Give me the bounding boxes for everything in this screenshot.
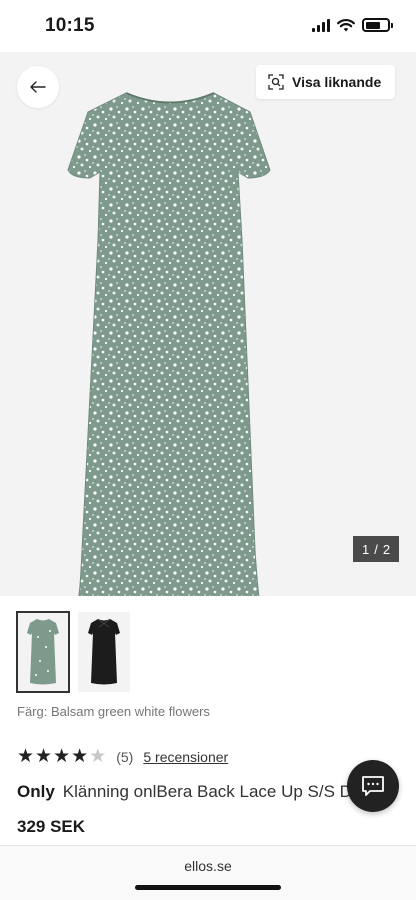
wifi-icon (337, 19, 355, 32)
thumbnail-green-floral-dress[interactable] (16, 611, 70, 693)
battery-icon (362, 18, 393, 32)
star-filled-icon: ★ (35, 746, 53, 767)
thumbnail-black-dress[interactable] (78, 612, 130, 692)
black-dress-thumbnail-image (88, 619, 120, 685)
status-icons (312, 18, 393, 32)
show-similar-button[interactable]: Visa liknande (256, 65, 396, 99)
color-label: Färg: Balsam green white flowers (17, 704, 210, 719)
image-counter-current: 1 (361, 541, 370, 557)
star-filled-icon: ★ (53, 746, 71, 767)
product-price: 329 SEK (17, 817, 86, 836)
arrow-left-icon (30, 81, 46, 93)
signal-icon (312, 18, 330, 32)
product-image-gallery[interactable]: Visa liknande 1 / 2 (0, 52, 416, 596)
image-counter-separator: / (374, 541, 378, 557)
star-empty-icon: ★ (89, 746, 107, 767)
image-counter: 1 / 2 (353, 536, 399, 562)
reviews-link[interactable]: 5 recensioner (143, 749, 228, 765)
browser-url-bar: ellos.se (0, 845, 416, 900)
thumbnail-strip (16, 611, 130, 693)
url-text[interactable]: ellos.se (0, 858, 416, 874)
back-button[interactable] (17, 66, 59, 108)
green-dress-thumbnail-image (27, 619, 59, 685)
star-rating: ★ ★ ★ ★ ★ (17, 747, 106, 766)
show-similar-label: Visa liknande (292, 74, 382, 90)
star-filled-icon: ★ (17, 746, 35, 767)
chat-bubble-icon (362, 776, 384, 796)
brand-name[interactable]: Only (17, 782, 55, 801)
status-time: 10:15 (45, 15, 95, 36)
chat-button[interactable] (347, 760, 399, 812)
rating-count: (5) (116, 748, 134, 765)
visual-search-icon (268, 74, 284, 90)
product-title: Only Klänning onlBera Back Lace Up S/S D (17, 782, 387, 802)
product-name: Klänning onlBera Back Lace Up S/S D (62, 782, 352, 801)
rating-row: ★ ★ ★ ★ ★ (5) 5 recensioner (17, 747, 228, 766)
home-indicator[interactable] (135, 885, 281, 890)
status-bar: 10:15 (0, 0, 416, 52)
image-counter-total: 2 (382, 541, 391, 557)
star-filled-icon: ★ (71, 746, 89, 767)
product-image (67, 92, 271, 596)
